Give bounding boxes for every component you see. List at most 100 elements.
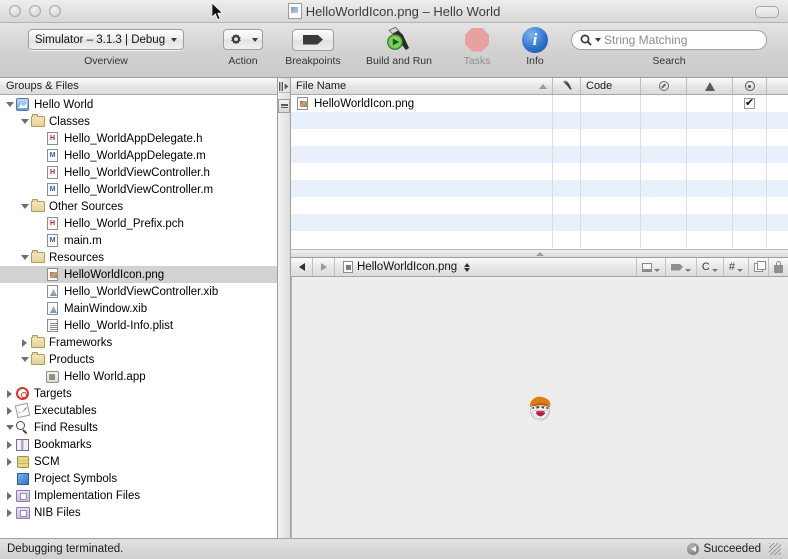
disclosure-down-icon[interactable] [4, 425, 15, 430]
disclosure-right-icon[interactable] [4, 406, 15, 415]
file-cell [733, 129, 767, 146]
lock-button[interactable] [768, 258, 788, 276]
action-button[interactable] [223, 29, 263, 50]
navigate-back-button[interactable] [291, 258, 313, 276]
file-cell [733, 231, 767, 248]
disclosure-down-icon[interactable] [19, 357, 30, 362]
tree-item-hello-worldviewcontroller-h[interactable]: H Hello_WorldViewController.h [0, 164, 277, 181]
navigate-forward-button[interactable] [313, 258, 335, 276]
tree-item-hello-world-prefix-pch[interactable]: H Hello_World_Prefix.pch [0, 215, 277, 232]
tree-item-executables[interactable]: Executables [0, 402, 277, 419]
column-header-file-name[interactable]: File Name [291, 78, 553, 94]
tree-item-helloworldicon-png[interactable]: HelloWorldIcon.png [0, 266, 277, 283]
tree-item-nib-files[interactable]: NIB Files [0, 504, 277, 521]
sidebar-splitter[interactable] [278, 78, 291, 538]
column-header-label: File Name [296, 80, 347, 92]
disclosure-right-icon[interactable] [4, 508, 15, 517]
window-controls [0, 5, 61, 17]
disclosure-right-icon[interactable] [4, 440, 15, 449]
file-cell [641, 231, 687, 248]
folder-icon [30, 250, 45, 265]
tree-item-targets[interactable]: Targets [0, 385, 277, 402]
tree-item-label: Hello_World-Info.plist [64, 319, 174, 332]
tree-item-hello-worldappdelegate-h[interactable]: H Hello_WorldAppDelegate.h [0, 130, 277, 147]
info-circle-icon[interactable]: i [522, 26, 548, 53]
tree-item-label: Hello World.app [64, 370, 146, 383]
detail-view-toggle-button[interactable] [278, 99, 290, 113]
tree-item-bookmarks[interactable]: Bookmarks [0, 436, 277, 453]
zoom-button[interactable] [49, 5, 61, 17]
disclosure-right-icon[interactable] [4, 491, 15, 500]
close-button[interactable] [9, 5, 21, 17]
column-header-hammer-icon[interactable] [553, 78, 581, 94]
bookmark-bar-button[interactable] [664, 258, 696, 276]
tree-item-classes[interactable]: Classes [0, 113, 277, 130]
file-list-resize-handle[interactable] [291, 249, 788, 257]
disclosure-right-icon[interactable] [4, 457, 15, 466]
column-header-error-icon[interactable] [641, 78, 687, 94]
disclosure-down-icon[interactable] [19, 204, 30, 209]
tree-item-other-sources[interactable]: Other Sources [0, 198, 277, 215]
overview-value: Simulator – 3.1.3 | Debug [34, 33, 166, 46]
tree-item-project-symbols[interactable]: Project Symbols [0, 470, 277, 487]
column-header-target-small-icon[interactable] [733, 78, 767, 94]
stop-octagon-icon[interactable] [465, 27, 489, 52]
tree-item-hello-world[interactable]: Hello World [0, 96, 277, 113]
splitter-grip-icon[interactable] [278, 80, 290, 93]
file-list-row[interactable]: HelloWorldIcon.png ✔ [291, 95, 788, 112]
page-layout-button[interactable] [635, 258, 665, 276]
up-down-stepper-icon[interactable] [464, 262, 471, 272]
breakpoints-button[interactable] [292, 28, 334, 51]
column-header-warning-icon[interactable] [687, 78, 733, 94]
tree-item-resources[interactable]: Resources [0, 249, 277, 266]
tree-item-hello-worldappdelegate-m[interactable]: M Hello_WorldAppDelegate.m [0, 147, 277, 164]
line-number-button[interactable]: # [722, 258, 748, 276]
status-bar: Debugging terminated. Succeeded [0, 538, 788, 559]
counterpart-button[interactable]: C [695, 258, 723, 276]
file-list[interactable]: HelloWorldIcon.png ✔ [291, 95, 788, 258]
tree-item-frameworks[interactable]: Frameworks [0, 334, 277, 351]
file-list-header[interactable]: File Name Code [291, 78, 788, 95]
search-field[interactable]: String Matching [571, 29, 767, 50]
file-cell [291, 180, 553, 197]
image-file-icon [343, 261, 353, 273]
toolbar-toggle-button[interactable] [755, 6, 779, 18]
scm-icon [15, 455, 30, 469]
overview-popup-button[interactable]: Simulator – 3.1.3 | Debug [27, 29, 185, 50]
window-resize-grip-icon[interactable] [769, 543, 781, 555]
chevron-down-icon [171, 37, 178, 42]
column-header-code[interactable]: Code [581, 78, 641, 94]
image-file-icon [45, 268, 60, 282]
tree-item-mainwindow-xib[interactable]: MainWindow.xib [0, 300, 277, 317]
target-membership-checkbox[interactable]: ✔ [744, 98, 755, 109]
disclosure-down-icon[interactable] [19, 255, 30, 260]
disclosure-right-icon[interactable] [19, 338, 30, 347]
tree-item-scm[interactable]: SCM [0, 453, 277, 470]
search-scope-chevron-icon[interactable] [595, 37, 601, 42]
search-input[interactable]: String Matching [604, 33, 687, 47]
disclosure-down-icon[interactable] [4, 102, 15, 107]
tree-item-implementation-files[interactable]: Implementation Files [0, 487, 277, 504]
tree-item-find-results[interactable]: Find Results [0, 419, 277, 436]
file-cell [581, 146, 641, 163]
editor-path-control[interactable]: HelloWorldIcon.png [335, 261, 636, 273]
project-tree[interactable]: Hello World Classes H Hello_WorldAppDelegat… [0, 95, 277, 538]
disclosure-right-icon[interactable] [4, 389, 15, 398]
resize-nub-icon [535, 251, 544, 256]
file-cell [553, 214, 581, 231]
info-glyph: i [532, 30, 538, 49]
tree-item-hello-world-info-plist[interactable]: Hello_World-Info.plist [0, 317, 277, 334]
split-editor-button[interactable] [748, 258, 768, 276]
hammer-play-icon[interactable] [383, 26, 415, 54]
tree-item-hello-worldviewcontroller-xib[interactable]: Hello_WorldViewController.xib [0, 283, 277, 300]
tree-item-main-m[interactable]: Mmain.m [0, 232, 277, 249]
tree-item-hello-worldviewcontroller-m[interactable]: M Hello_WorldViewController.m [0, 181, 277, 198]
warning-icon [704, 81, 715, 91]
status-message: Debugging terminated. [7, 543, 124, 555]
header-file-icon: H [45, 166, 60, 180]
disclosure-down-icon[interactable] [19, 119, 30, 124]
tree-item-hello-world-app[interactable]: Hello World.app [0, 368, 277, 385]
search-magnifier-icon[interactable] [580, 34, 592, 46]
tree-item-products[interactable]: Products [0, 351, 277, 368]
minimize-button[interactable] [29, 5, 41, 17]
